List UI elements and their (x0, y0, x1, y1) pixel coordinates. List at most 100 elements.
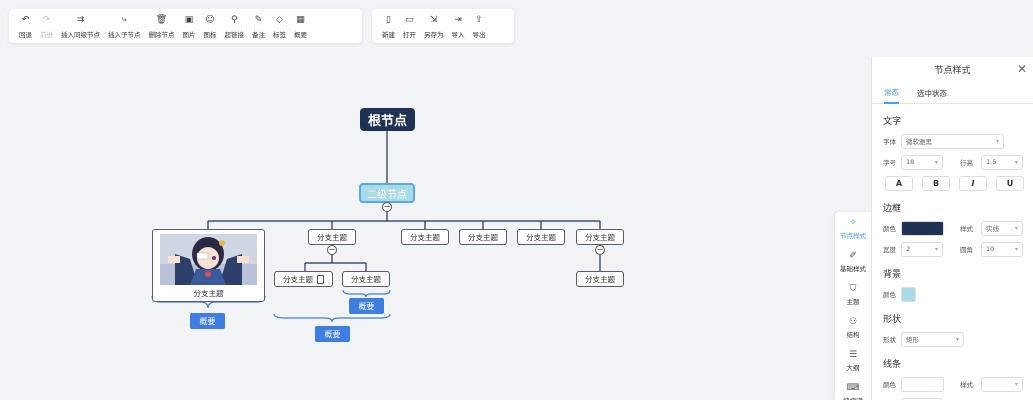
toolbar-label: 图片 (182, 30, 196, 39)
anime-character-image (160, 234, 257, 285)
tag-icon: ◇ (276, 15, 283, 25)
chevron-down-icon: ▾ (1014, 245, 1018, 253)
branch-node-child-2[interactable]: 分支主题 (342, 271, 390, 287)
note-icon[interactable] (317, 274, 324, 284)
toolbar-label: 打开 (403, 30, 416, 39)
sidenav-item-outline[interactable]: ☰ 大纲 (835, 344, 871, 377)
node-style-icon: ✧ (849, 217, 857, 228)
chevron-down-icon: ▾ (955, 335, 959, 343)
line-height-value: 1.5 (986, 158, 997, 166)
sidenav-label: 节点样式 (840, 232, 866, 240)
font-select[interactable]: 微软雅黑 ▾ (901, 133, 1004, 149)
bg-color-swatch[interactable] (901, 286, 916, 302)
branch-node-child-3[interactable]: 分支主题 (576, 271, 624, 287)
collapse-toggle-6[interactable]: − (595, 245, 605, 255)
toolbar-label: 概要 (294, 30, 307, 39)
toolbar-trash-button[interactable]: 🗑 删除节点 (145, 9, 179, 43)
line-height-label: 行高 (960, 159, 973, 167)
close-icon[interactable]: ✕ (1017, 62, 1027, 76)
new-file-icon: ▯ (386, 15, 391, 25)
sidenav-item-node-style[interactable]: ✧ 节点样式 (835, 212, 871, 245)
line-style-label: 样式 (960, 381, 973, 389)
panel-title: 节点样式 (934, 65, 971, 76)
toolbar-export-button[interactable]: ⇧ 导出 (469, 9, 490, 43)
branch-node-label: 分支主题 (283, 274, 313, 284)
theme-shirt-icon: ⛉ (849, 283, 857, 294)
border-width-value: 2 (906, 245, 911, 253)
border-width-select[interactable]: 2 ▾ (901, 241, 943, 257)
toolbar-label: 备注 (252, 30, 265, 39)
bold-button[interactable]: B (922, 175, 950, 191)
summary-node-2[interactable]: 概要 (349, 298, 384, 314)
branch-node-2[interactable]: 分支主题 (308, 229, 356, 245)
toolbar-folder-open-button[interactable]: ▭ 打开 (399, 9, 420, 43)
sidenav-item-theme-shirt[interactable]: ⛉ 主题 (835, 278, 871, 311)
line-style-select[interactable]: ▾ (981, 376, 1023, 392)
toolbar-smiley-button[interactable]: ☺ 图标 (200, 9, 221, 43)
collapse-toggle[interactable]: − (382, 202, 392, 212)
collapse-toggle-2[interactable]: − (327, 245, 337, 255)
toolbar-label: 删除节点 (148, 30, 175, 39)
sidenav-item-structure[interactable]: ⚇ 结构 (835, 311, 871, 344)
border-style-select[interactable]: 实线 ▾ (981, 220, 1023, 236)
level2-node[interactable]: 二级节点 (359, 183, 415, 203)
sidenav-label: 快捷键 (843, 395, 863, 400)
font-value: 微软雅黑 (906, 138, 932, 146)
shape-value: 矩形 (906, 336, 919, 344)
image-icon: ▣ (184, 15, 194, 25)
toolbar-tag-button[interactable]: ◇ 标签 (269, 9, 290, 43)
toolbar-image-button[interactable]: ▣ 图片 (179, 9, 200, 43)
italic-button[interactable]: I (959, 175, 987, 191)
branch-node-3[interactable]: 分支主题 (401, 229, 449, 245)
text-color-button[interactable]: A (885, 175, 913, 191)
folder-open-icon: ▭ (405, 15, 414, 25)
tab-selected[interactable]: 选中状态 (917, 82, 947, 104)
toolbar-save-as-button[interactable]: ⇲ 另存为 (420, 9, 448, 43)
summary-node-1[interactable]: 概要 (190, 313, 225, 329)
sidenav-item-base-style[interactable]: ✐ 基础样式 (835, 245, 871, 278)
import-icon: ⇥ (454, 15, 462, 25)
font-size-value: 18 (906, 158, 915, 166)
radius-select[interactable]: 10 ▾ (981, 241, 1023, 257)
line-height-select[interactable]: 1.5 ▾ (981, 154, 1023, 170)
summary-node-3[interactable]: 概要 (315, 326, 350, 342)
chevron-down-icon: ▾ (1014, 380, 1018, 388)
line-color-swatch[interactable] (901, 376, 944, 392)
shape-label: 形状 (883, 336, 896, 344)
side-navigation: ✧ 节点样式 ✐ 基础样式 ⛉ 主题 ⚇ 结构 ☰ 大纲 ⌨ 快捷键 (835, 212, 871, 400)
border-section-title: 边框 (883, 204, 902, 214)
toolbar-label: 插入同级节点 (61, 30, 100, 39)
font-size-label: 字号 (883, 159, 896, 167)
border-color-swatch[interactable] (901, 220, 944, 236)
summary-icon: ▦ (296, 15, 305, 25)
branch-node-6[interactable]: 分支主题 (576, 229, 624, 245)
toolbar-insert-child-button[interactable]: ⤷ 插入子节点 (104, 9, 145, 43)
toolbar-import-button[interactable]: ⇥ 导入 (448, 9, 469, 43)
chevron-down-icon: ▾ (934, 245, 938, 253)
underline-button[interactable]: U (996, 175, 1024, 191)
sidenav-item-keyboard[interactable]: ⌨ 快捷键 (835, 377, 871, 400)
chevron-down-icon: ▾ (934, 158, 938, 166)
toolbar-label: 插入子节点 (108, 30, 141, 39)
tab-normal[interactable]: 常态 (884, 82, 899, 104)
branch-node-5[interactable]: 分支主题 (517, 229, 565, 245)
edit-toolbar: ↶ 回退 ↷ 前进 ⇉ 插入同级节点 ⤷ 插入子节点 🗑 删除节点 ▣ 图片 ☺ 图标 ⚲ 超链接 ✎ 备注 ◇ 标签… (9, 9, 362, 43)
toolbar-label: 回退 (19, 30, 32, 39)
toolbar-label: 前进 (40, 30, 53, 39)
branch-node-4[interactable]: 分支主题 (459, 229, 507, 245)
line-color-label: 颜色 (883, 381, 896, 389)
file-toolbar: ▯ 新建 ▭ 打开 ⇲ 另存为 ⇥ 导入 ⇧ 导出 (372, 9, 514, 43)
toolbar-label: 标签 (273, 30, 286, 39)
branch-node-with-note[interactable]: 分支主题 (274, 271, 333, 287)
font-size-select[interactable]: 18 ▾ (901, 154, 943, 170)
root-node[interactable]: 根节点 (360, 108, 415, 131)
toolbar-undo-button[interactable]: ↶ 回退 (15, 9, 36, 43)
toolbar-new-file-button[interactable]: ▯ 新建 (378, 9, 399, 43)
toolbar-note-button[interactable]: ✎ 备注 (248, 9, 269, 43)
toolbar-insert-sibling-button[interactable]: ⇉ 插入同级节点 (57, 9, 104, 43)
toolbar-link-button[interactable]: ⚲ 超链接 (221, 9, 249, 43)
shape-select[interactable]: 矩形 ▾ (901, 331, 964, 347)
toolbar-summary-button[interactable]: ▦ 概要 (290, 9, 311, 43)
image-branch-node[interactable]: 分支主题 (152, 229, 265, 302)
export-icon: ⇧ (475, 15, 483, 25)
